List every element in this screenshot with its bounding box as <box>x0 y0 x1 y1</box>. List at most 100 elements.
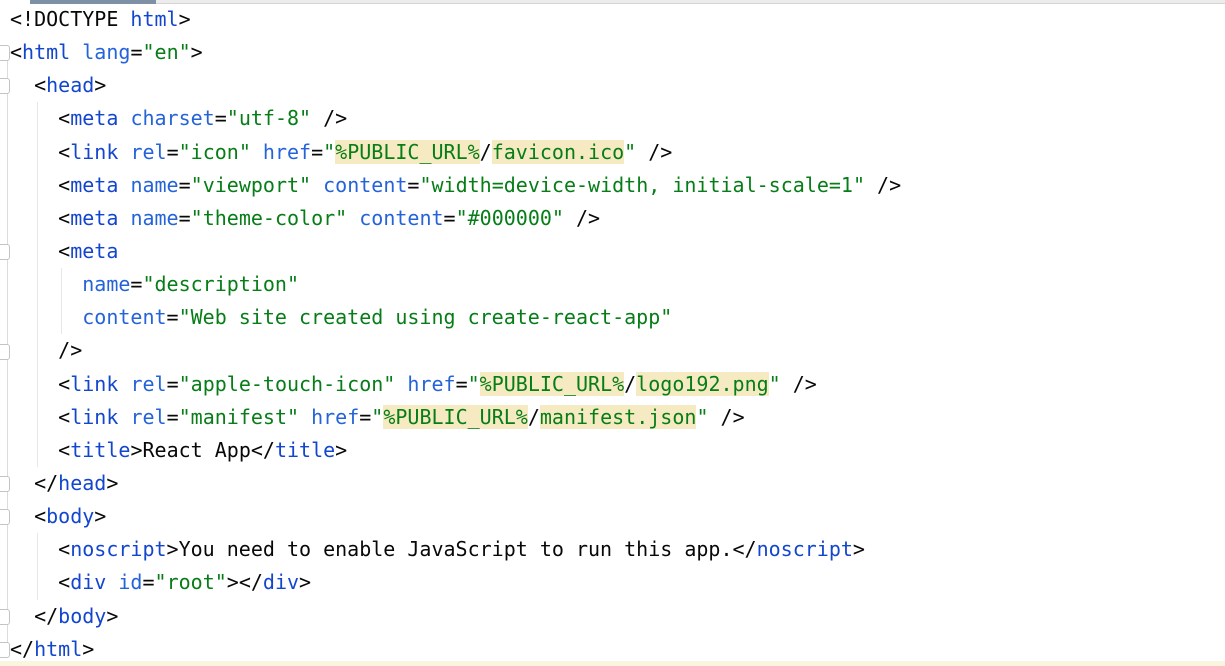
code-line[interactable]: <head> <box>10 69 901 102</box>
code-token: content <box>359 206 443 230</box>
code-token: href <box>407 372 455 396</box>
code-token: "#000000" <box>456 206 564 230</box>
code-token <box>251 140 263 164</box>
code-line[interactable]: <meta name="theme-color" content="#00000… <box>10 202 901 235</box>
code-token: "utf-8" <box>227 106 311 130</box>
code-line[interactable]: <meta <box>10 235 901 268</box>
code-token: title <box>70 438 130 462</box>
code-token: = <box>215 106 227 130</box>
code-token: "theme-color" <box>191 206 348 230</box>
code-token: > <box>179 7 191 31</box>
code-token: ></ <box>227 570 263 594</box>
code-line[interactable]: <!DOCTYPE html> <box>10 3 901 36</box>
code-line[interactable]: name="description" <box>10 268 901 301</box>
code-token: > <box>130 438 142 462</box>
code-token: manifest.json <box>540 405 697 429</box>
code-token: /> <box>564 206 600 230</box>
code-token: div <box>263 570 299 594</box>
code-token: charset <box>130 106 214 130</box>
code-token: = <box>311 140 323 164</box>
code-token: < <box>10 40 22 64</box>
code-token: "icon" <box>179 140 251 164</box>
code-area[interactable]: <!DOCTYPE html><html lang="en"> <head> <… <box>0 3 901 666</box>
code-token: > <box>106 471 118 495</box>
code-token: </ <box>10 604 58 628</box>
code-token: /> <box>781 372 817 396</box>
code-token <box>118 372 130 396</box>
code-line[interactable]: </head> <box>10 467 901 500</box>
code-line[interactable]: <div id="root"></div> <box>10 566 901 599</box>
code-token: " <box>371 405 383 429</box>
code-token: "root" <box>155 570 227 594</box>
code-token: <!DOCTYPE <box>10 7 130 31</box>
code-token <box>347 206 359 230</box>
code-token: > <box>167 537 179 561</box>
code-token: You need to enable JavaScript to run thi… <box>179 537 733 561</box>
code-token <box>118 405 130 429</box>
code-line[interactable]: <link rel="icon" href="%PUBLIC_URL%/favi… <box>10 136 901 169</box>
code-token: = <box>130 40 142 64</box>
code-line[interactable]: <meta name="viewport" content="width=dev… <box>10 169 901 202</box>
code-token: < <box>10 405 70 429</box>
code-token: "viewport" <box>191 173 311 197</box>
code-token: / <box>528 405 540 429</box>
code-line[interactable]: </body> <box>10 600 901 633</box>
code-token: %PUBLIC_URL% <box>383 405 528 429</box>
code-token: = <box>167 140 179 164</box>
code-token: html <box>130 7 178 31</box>
code-line[interactable]: <link rel="apple-touch-icon" href="%PUBL… <box>10 368 901 401</box>
code-token: /> <box>636 140 672 164</box>
code-token: noscript <box>757 537 853 561</box>
code-token <box>10 272 82 296</box>
code-token: meta <box>70 206 118 230</box>
next-line-highlight-strip <box>0 661 1225 666</box>
code-token: html <box>22 40 70 64</box>
code-token: < <box>10 73 46 97</box>
code-token: = <box>167 305 179 329</box>
code-token: </ <box>10 637 34 661</box>
code-token: = <box>456 372 468 396</box>
code-token: head <box>58 471 106 495</box>
code-token: favicon.ico <box>492 140 624 164</box>
code-token: body <box>46 504 94 528</box>
code-token: "manifest" <box>179 405 299 429</box>
code-token: < <box>10 173 70 197</box>
code-token: content <box>323 173 407 197</box>
code-token: "description" <box>142 272 299 296</box>
code-token: < <box>10 372 70 396</box>
code-token: < <box>10 504 46 528</box>
code-token: "apple-touch-icon" <box>179 372 396 396</box>
code-token: logo192.png <box>636 372 768 396</box>
code-line[interactable]: <title>React App</title> <box>10 434 901 467</box>
code-token: "width=device-width, initial-scale=1" <box>419 173 865 197</box>
code-token: %PUBLIC_URL% <box>335 140 480 164</box>
code-token: = <box>142 570 154 594</box>
code-line[interactable]: < noscript >You need to enable JavaScript … <box>10 533 901 566</box>
code-token: = <box>179 173 191 197</box>
code-token: /> <box>865 173 901 197</box>
code-line[interactable]: <body> <box>10 500 901 533</box>
code-line[interactable]: <meta charset="utf-8" /> <box>10 102 901 135</box>
code-token: " <box>696 405 708 429</box>
code-token: rel <box>130 372 166 396</box>
code-token: link <box>70 140 118 164</box>
code-token <box>395 372 407 396</box>
code-token: div <box>70 570 106 594</box>
code-token: " <box>323 140 335 164</box>
code-line[interactable]: /> <box>10 334 901 367</box>
code-token <box>118 206 130 230</box>
code-line[interactable]: content="Web site created using create-r… <box>10 301 901 334</box>
code-token: name <box>130 206 178 230</box>
code-token: > <box>299 570 311 594</box>
code-line[interactable]: <link rel="manifest" href="%PUBLIC_URL%/… <box>10 401 901 434</box>
code-token: name <box>130 173 178 197</box>
code-token: </ <box>10 471 58 495</box>
code-token: > <box>191 40 203 64</box>
code-token: < <box>10 537 70 561</box>
code-token <box>299 405 311 429</box>
code-token: body <box>58 604 106 628</box>
code-token: meta <box>70 239 118 263</box>
code-line[interactable]: <html lang="en"> <box>10 36 901 69</box>
code-token: > <box>106 604 118 628</box>
code-token: > <box>335 438 347 462</box>
